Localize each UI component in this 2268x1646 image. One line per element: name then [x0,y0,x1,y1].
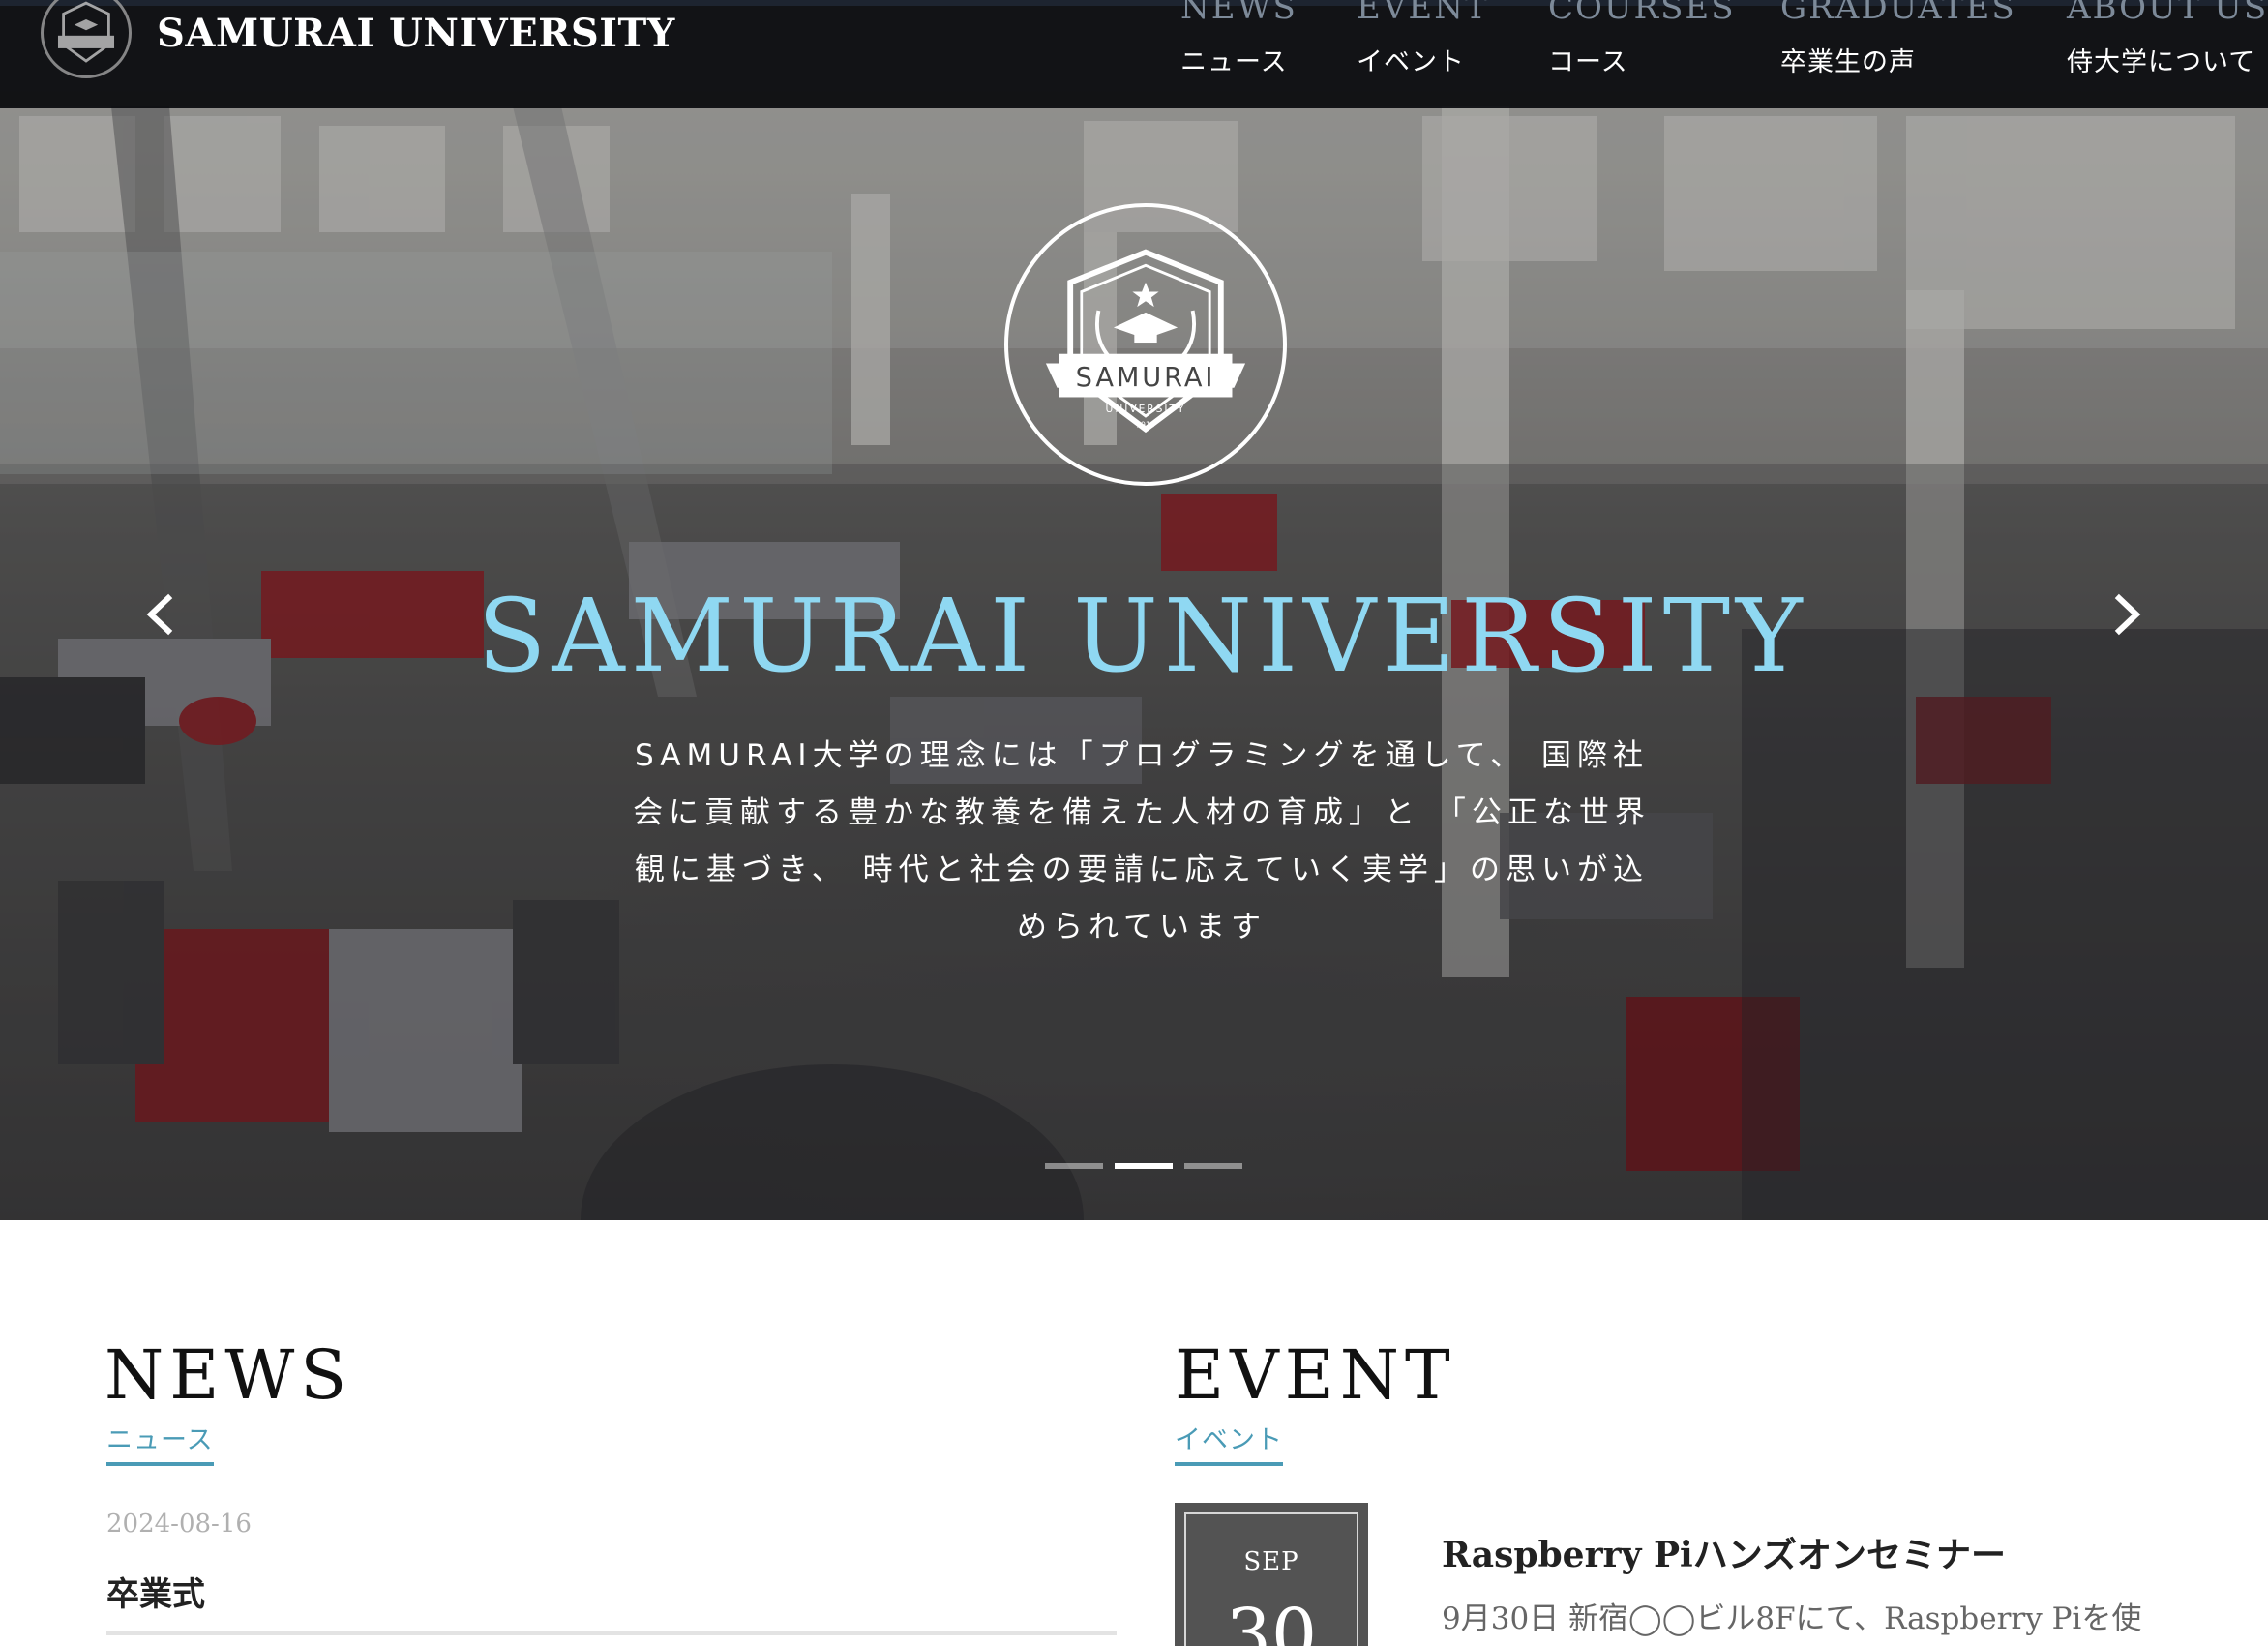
carousel-indicator-3[interactable] [1184,1163,1242,1169]
main-nav: NEWS ニュース EVENT イベント COURSES コース GRADUAT… [0,0,2268,114]
carousel-prev-arrow-icon[interactable] [137,590,186,639]
event-subheading: イベント [1175,1419,1283,1466]
news-item-date: 2024-08-16 [106,1510,252,1539]
nav-item-news-en: NEWS [1180,0,1298,27]
carousel-next-arrow-icon[interactable] [2102,590,2150,639]
svg-text:UNIVERSITY: UNIVERSITY [1106,403,1186,415]
news-heading: NEWS [104,1335,353,1415]
carousel-indicators [1045,1163,1242,1169]
event-month: SEP [1243,1547,1299,1576]
svg-text:1919: 1919 [1136,421,1155,430]
nav-item-about-jp: 侍大学について [2067,47,2256,77]
nav-item-courses-en: COURSES [1548,0,1736,27]
nav-item-graduates-jp: 卒業生の声 [1780,47,1916,77]
nav-item-news-jp: ニュース [1180,47,1288,77]
event-date-badge: SEP 30 [1175,1503,1368,1646]
nav-item-courses-jp: コース [1548,47,1628,77]
event-item-title[interactable]: Raspberry Piハンズオンセミナー [1442,1527,2006,1577]
hero-title: SAMURAI UNIVERSITY [477,577,1808,695]
news-item-title[interactable]: 卒業式 [106,1568,205,1615]
hero-carousel: SAMURAI UNIVERSITY 1919 SAMURAI UNIVERSI… [0,0,2268,1220]
nav-item-event-en: EVENT [1357,0,1489,27]
university-emblem: SAMURAI UNIVERSITY 1919 [1004,203,1287,486]
carousel-indicator-2[interactable] [1115,1163,1173,1169]
nav-item-graduates-en: GRADUATES [1780,0,2016,27]
svg-text:SAMURAI: SAMURAI [1076,363,1216,393]
hero-description: SAMURAI大学の理念には「プログラミングを通して、 国際社会に貢献する豊かな… [633,738,1651,944]
event-item-description: 9月30日 新宿◯◯ビル8Fにて、Raspberry Piを使っ [1442,1601,2142,1636]
carousel-indicator-1[interactable] [1045,1163,1103,1169]
nav-item-about-en: ABOUT US [2067,0,2268,27]
news-divider [106,1631,1117,1635]
nav-item-event-jp: イベント [1357,47,1465,77]
news-subheading: ニュース [106,1419,214,1466]
top-navbar: SAMURAI UNIVERSITY NEWS ニュース EVENT イベント … [0,0,2268,108]
event-day: 30 [1225,1594,1318,1646]
event-heading: EVENT [1175,1335,1456,1415]
